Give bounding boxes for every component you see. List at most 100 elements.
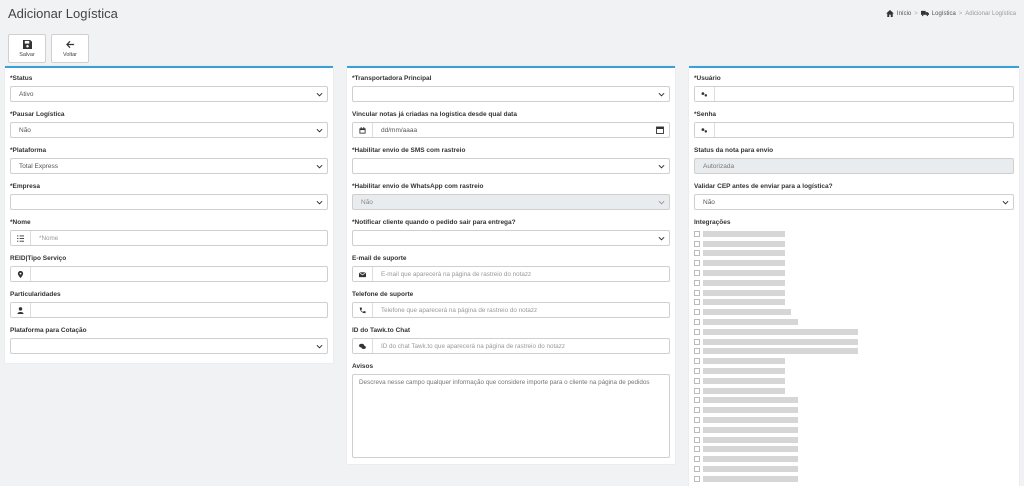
integracao-item[interactable] xyxy=(694,435,874,445)
back-label: Voltar xyxy=(62,51,78,58)
integracao-item[interactable] xyxy=(694,317,874,327)
page-header: Adicionar Logística Início > Logística >… xyxy=(0,0,1024,30)
integracao-item[interactable] xyxy=(694,307,874,317)
integracao-checkbox[interactable] xyxy=(694,358,700,365)
integracao-checkbox[interactable] xyxy=(694,309,700,316)
integracao-item[interactable] xyxy=(694,405,874,415)
tawk-label: ID do Tawk.to Chat xyxy=(352,327,411,334)
integracao-item[interactable] xyxy=(694,445,874,455)
integracao-checkbox[interactable] xyxy=(694,289,700,296)
integracao-checkbox[interactable] xyxy=(694,270,700,277)
pausar-field: *Pausar Logística Não xyxy=(10,110,328,138)
integracao-item[interactable] xyxy=(694,415,874,425)
integracao-checkbox[interactable] xyxy=(694,417,700,424)
calendar-picker-icon[interactable] xyxy=(656,126,664,134)
integracao-label-redacted xyxy=(703,358,785,365)
integracao-item[interactable] xyxy=(694,268,874,278)
pausar-select[interactable]: Não xyxy=(10,122,328,138)
transportadora-select[interactable] xyxy=(352,86,670,102)
integracao-checkbox[interactable] xyxy=(694,250,700,257)
integracao-label-redacted xyxy=(703,299,785,306)
integracao-checkbox[interactable] xyxy=(694,377,700,384)
telefone-input[interactable]: Telefone que aparecerá na página de rast… xyxy=(352,302,670,318)
status-nota-value: Autorizada xyxy=(703,162,735,170)
integracao-item[interactable] xyxy=(694,327,874,337)
plataforma-select[interactable]: Total Express xyxy=(10,158,328,174)
integracao-item[interactable] xyxy=(694,356,874,366)
integracao-item[interactable] xyxy=(694,425,874,435)
integracao-checkbox[interactable] xyxy=(694,397,700,404)
empresa-label: *Empresa xyxy=(10,183,40,190)
save-button[interactable]: Salvar xyxy=(8,34,46,63)
avisos-textarea[interactable] xyxy=(352,374,670,458)
empresa-select[interactable] xyxy=(10,194,328,210)
integracao-item[interactable] xyxy=(694,366,874,376)
integracao-item[interactable] xyxy=(694,278,874,288)
integracao-label-redacted xyxy=(703,328,858,335)
whatsapp-label: *Habilitar envio de WhatsApp com rastrei… xyxy=(352,183,484,190)
integracao-checkbox[interactable] xyxy=(694,446,700,453)
email-input[interactable]: E-mail que aparecerá na página de rastre… xyxy=(352,266,670,282)
integracao-checkbox[interactable] xyxy=(694,260,700,267)
breadcrumb-logistica[interactable]: Logística xyxy=(932,11,956,17)
reid-input[interactable] xyxy=(10,266,328,282)
vincular-date-input[interactable]: dd/mm/aaaa xyxy=(352,122,670,138)
empresa-field: *Empresa xyxy=(10,182,328,210)
integracao-item[interactable] xyxy=(694,386,874,396)
particularidades-input[interactable] xyxy=(10,302,328,318)
integracao-checkbox[interactable] xyxy=(694,456,700,463)
integracao-item[interactable] xyxy=(694,347,874,357)
validar-cep-select[interactable]: Não xyxy=(694,194,1014,210)
cotacao-select[interactable] xyxy=(10,338,328,354)
integracao-item[interactable] xyxy=(694,288,874,298)
breadcrumb-home[interactable]: Início xyxy=(897,11,911,17)
whatsapp-select[interactable]: Não xyxy=(352,194,670,210)
integracao-item[interactable] xyxy=(694,229,874,239)
save-icon xyxy=(22,39,32,49)
reid-field: REID|Tipo Serviço xyxy=(10,254,328,282)
integracao-checkbox[interactable] xyxy=(694,407,700,414)
integracao-item[interactable] xyxy=(694,474,874,484)
integracao-checkbox[interactable] xyxy=(694,475,700,482)
integracao-checkbox[interactable] xyxy=(694,230,700,237)
integracao-item[interactable] xyxy=(694,258,874,268)
integracao-checkbox[interactable] xyxy=(694,466,700,473)
integracao-checkbox[interactable] xyxy=(694,240,700,247)
vincular-value: dd/mm/aaaa xyxy=(381,126,418,134)
integracao-checkbox[interactable] xyxy=(694,299,700,306)
integracao-checkbox[interactable] xyxy=(694,426,700,433)
tawk-field: ID do Tawk.to Chat ID do chat Tawk.to qu… xyxy=(352,326,670,354)
nome-input[interactable]: *Nome xyxy=(10,230,328,246)
integracao-item[interactable] xyxy=(694,337,874,347)
integracao-item[interactable] xyxy=(694,376,874,386)
vincular-label: Vincular notas já criadas na logística d… xyxy=(352,111,517,118)
integracao-item[interactable] xyxy=(694,454,874,464)
integracoes-field: Integrações xyxy=(694,218,1014,227)
integracao-item[interactable] xyxy=(694,464,874,474)
integracao-checkbox[interactable] xyxy=(694,368,700,375)
senha-input[interactable] xyxy=(694,122,1014,138)
integracao-checkbox[interactable] xyxy=(694,279,700,286)
tawk-input[interactable]: ID do chat Tawk.to que aparecerá na pági… xyxy=(352,338,670,354)
integracao-item[interactable] xyxy=(694,249,874,259)
integracao-checkbox[interactable] xyxy=(694,338,700,345)
plataforma-field: *Plataforma Total Express xyxy=(10,146,328,174)
usuario-input[interactable] xyxy=(694,86,1014,102)
comments-icon xyxy=(353,339,373,353)
status-select[interactable]: Ativo xyxy=(10,86,328,102)
integracao-checkbox[interactable] xyxy=(694,348,700,355)
integracao-item[interactable] xyxy=(694,298,874,308)
telefone-label: Telefone de suporte xyxy=(352,291,414,298)
integracao-checkbox[interactable] xyxy=(694,387,700,394)
back-button[interactable]: Voltar xyxy=(51,34,89,63)
integracao-checkbox[interactable] xyxy=(694,328,700,335)
notificar-select[interactable] xyxy=(352,230,670,246)
integracao-item[interactable] xyxy=(694,396,874,406)
status-nota-select[interactable]: Autorizada xyxy=(694,158,1014,174)
integracao-checkbox[interactable] xyxy=(694,319,700,326)
integracao-label-redacted xyxy=(703,456,798,463)
user-icon xyxy=(11,303,31,317)
sms-select[interactable] xyxy=(352,158,670,174)
integracao-checkbox[interactable] xyxy=(694,436,700,443)
integracao-item[interactable] xyxy=(694,239,874,249)
